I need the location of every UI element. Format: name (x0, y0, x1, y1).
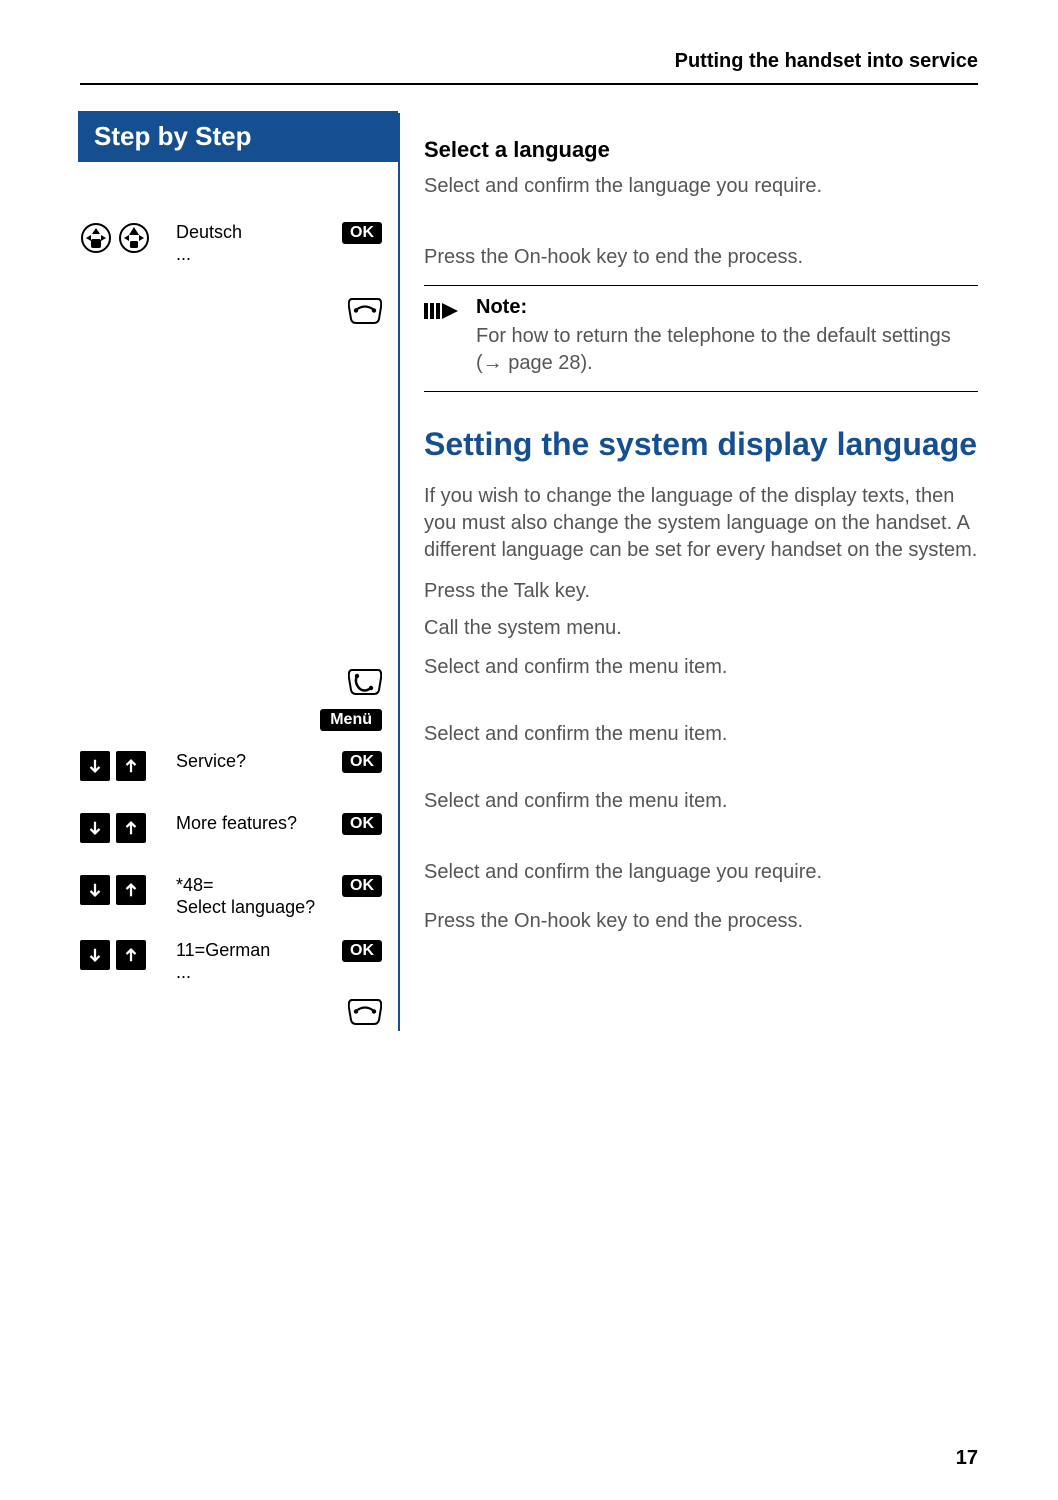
step-banner: Step by Step (78, 111, 398, 162)
paragraph: If you wish to change the language of th… (424, 483, 978, 564)
step-row: *48= Select language? OK (80, 875, 382, 918)
instruction-text: Press the On-hook key to end the process… (424, 244, 978, 271)
instruction-text: Select and confirm the language you requ… (424, 173, 978, 200)
menu-text: Deutsch ... (170, 222, 322, 265)
content-column: Select a language Select and confirm the… (400, 113, 978, 1031)
instruction-text: Select and confirm the language you requ… (424, 859, 978, 886)
step-row: 11=German ... OK (80, 940, 382, 983)
step-row: Menü (80, 709, 382, 741)
ok-button[interactable]: OK (342, 751, 382, 773)
up-arrow-icon (116, 875, 146, 905)
down-arrow-icon (80, 940, 110, 970)
menu-text: More features? (170, 813, 322, 835)
step-row (80, 295, 382, 330)
up-arrow-icon (116, 940, 146, 970)
section-header: Putting the handset into service (80, 50, 978, 85)
ok-button[interactable]: OK (342, 222, 382, 244)
step-sidebar: Step by Step Deutsch ... OK (80, 113, 400, 1031)
instruction-text: Press the On-hook key to end the process… (424, 908, 978, 935)
step-row (80, 996, 382, 1031)
instruction-text: Select and confirm the menu item. (424, 654, 978, 681)
onhook-key-icon (348, 996, 382, 1031)
instruction-text: Select and confirm the menu item. (424, 788, 978, 815)
ok-button[interactable]: OK (342, 940, 382, 962)
step-row: Deutsch ... OK (80, 222, 382, 265)
page-number: 17 (956, 1447, 978, 1470)
ok-button[interactable]: OK (342, 813, 382, 835)
instruction-text: Call the system menu. (424, 615, 978, 642)
down-arrow-icon (80, 751, 110, 781)
arrow-right-icon: → (483, 352, 503, 374)
onhook-key-icon (348, 295, 382, 330)
menu-text: Service? (170, 751, 322, 773)
step-row: Service? OK (80, 751, 382, 783)
menu-text: *48= Select language? (170, 875, 322, 918)
step-row (80, 666, 382, 701)
talk-key-icon (348, 666, 382, 701)
note-block: Note: For how to return the telephone to… (424, 285, 978, 392)
down-arrow-icon (80, 813, 110, 843)
down-arrow-icon (80, 875, 110, 905)
menu-button[interactable]: Menü (320, 709, 382, 731)
note-icon (424, 296, 458, 377)
ok-button[interactable]: OK (342, 875, 382, 897)
step-row: More features? OK (80, 813, 382, 845)
up-arrow-icon (116, 751, 146, 781)
menu-text: 11=German ... (170, 940, 322, 983)
nav-key-icon (80, 222, 112, 259)
note-text: For how to return the telephone to the d… (476, 323, 978, 377)
instruction-text: Select and confirm the menu item. (424, 721, 978, 748)
subsection-heading: Select a language (424, 137, 978, 163)
up-arrow-icon (116, 813, 146, 843)
nav-key-icon (118, 222, 150, 259)
section-heading: Setting the system display language (424, 426, 978, 463)
note-title: Note: (476, 296, 978, 319)
instruction-text: Press the Talk key. (424, 578, 978, 605)
